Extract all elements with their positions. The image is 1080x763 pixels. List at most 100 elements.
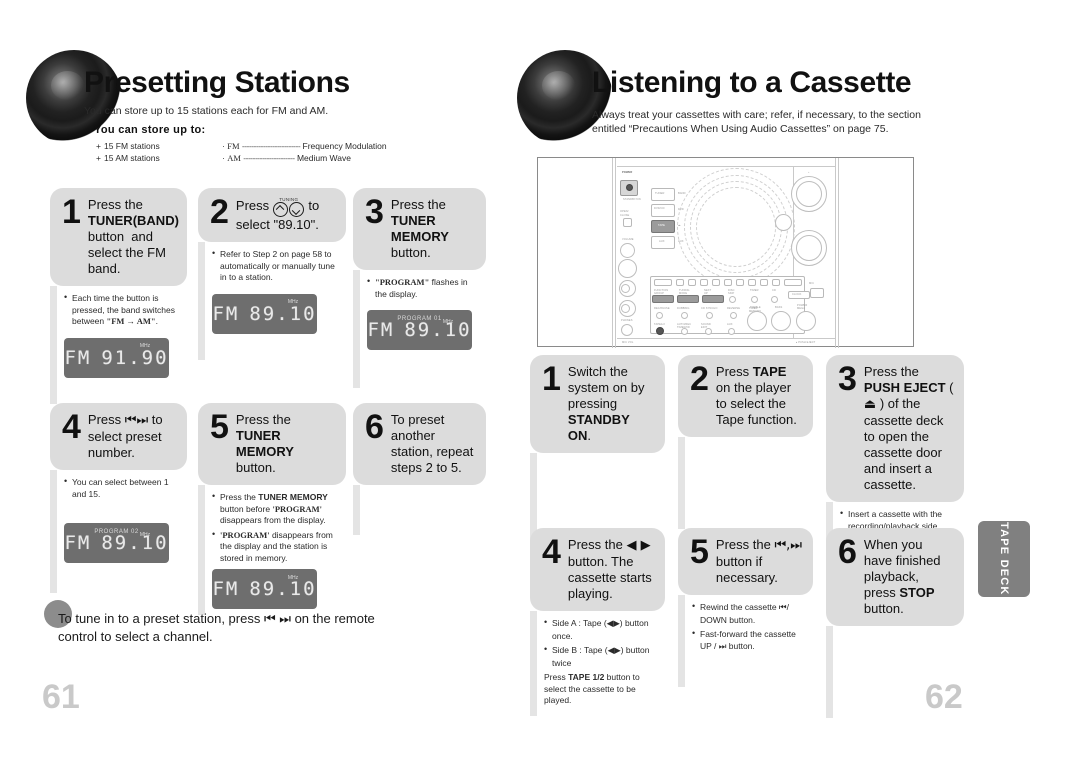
step-number: 2	[690, 360, 709, 398]
step-body: Each time the button is pressed, the ban…	[50, 286, 187, 404]
left-page-subtitle: You can store up to 15 stations each for…	[84, 105, 329, 117]
step-card: 4 Press the ◀ ▶ button. The cassette sta…	[530, 528, 665, 716]
lcd-band: FM	[64, 346, 92, 369]
lcd-band: FM	[212, 578, 240, 601]
band-dots: -------------------------	[241, 141, 301, 151]
step-instruction: Press the ◀ ▶ button. The cassette start…	[567, 537, 652, 601]
band-meaning: Medium Wave	[296, 153, 351, 163]
lcd-frequency: FM 91.90	[64, 347, 169, 369]
step-notes: Rewind the cassette ⏮/ DOWN button.Fast-…	[692, 601, 805, 653]
stereo-system-illustration: POWER STANDBY/ON OPEN/ CLOSE VOLUME PHON…	[537, 157, 914, 348]
store-item: 15 AM stations	[103, 153, 160, 163]
step-instruction: Press TAPE on the player to select the T…	[715, 364, 797, 427]
step-note: Press the TUNER MEMORY button before 'PR…	[212, 491, 338, 527]
lcd-unit: MHz	[287, 299, 299, 306]
lcd-display: FM 89.10 MHz	[212, 293, 317, 334]
step-instruction: Press the TUNER MEMORY button.	[390, 197, 449, 260]
store-capacity-heading: You can store up to:	[94, 124, 206, 136]
lcd-value: 89.10	[249, 578, 317, 601]
step-notes: "PROGRAM" flashes in the display.	[367, 276, 478, 300]
step-number: 1	[542, 360, 561, 398]
step-instruction: Press the PUSH EJECT ( ⏏ ) of the casset…	[863, 364, 954, 492]
step-note: Side A : Tape (◀▶) button once.	[544, 617, 657, 642]
lcd-value: 89.10	[249, 302, 317, 325]
step-header: 6 When you have finished playback, press…	[826, 528, 964, 626]
step-notes: Side A : Tape (◀▶) button once.Side B : …	[544, 617, 657, 707]
band-meaning: Frequency Modulation	[302, 141, 387, 151]
step-note: Press TAPE 1/2 button to select the cass…	[544, 672, 640, 705]
lcd-frequency: FM 89.10	[64, 532, 169, 554]
step-body	[353, 485, 486, 535]
section-tab-label: TAPE DECK	[998, 522, 1010, 596]
band-dots: ----------------------	[243, 153, 295, 163]
step-body: Refer to Step 2 on page 58 to automatica…	[198, 242, 346, 361]
step-number: 6	[365, 408, 384, 446]
right-page-subtitle: Always treat your cassettes with care; r…	[592, 109, 921, 135]
step-note: Side B : Tape (◀▶) button twice	[544, 644, 657, 669]
step-number: 4	[62, 408, 81, 446]
step-instruction: Press the ⏮,⏭ button if necessary.	[715, 537, 802, 585]
step-note: Refer to Step 2 on page 58 to automatica…	[212, 248, 338, 284]
step-body: Side A : Tape (◀▶) button once.Side B : …	[530, 611, 665, 716]
step-note: Rewind the cassette ⏮/ DOWN button.	[692, 601, 805, 626]
step-instruction: Press ⏮⏭ to select preset number.	[87, 412, 163, 460]
step-header: 3 Press the PUSH EJECT ( ⏏ ) of the cass…	[826, 355, 964, 502]
step-header: 1 Press the TUNER(BAND) button and selec…	[50, 188, 187, 286]
step-instruction: When you have finished playback, press S…	[863, 537, 941, 616]
page-number-left: 61	[42, 678, 80, 716]
right-page-title: Listening to a Cassette	[592, 66, 912, 99]
step-instruction: To preset another station, repeat steps …	[390, 412, 474, 475]
band-code: AM	[227, 153, 241, 163]
step-header: 2 Press TUNING to select "89.10".	[198, 188, 346, 243]
step-instruction: Switch the system on by pressing STANDBY…	[567, 364, 645, 443]
step-number: 6	[838, 533, 857, 571]
step-instruction: Press the TUNER MEMORY button.	[235, 412, 294, 475]
lcd-frequency: FM 89.10	[212, 578, 317, 600]
band-abbreviation-list: · FM ------------------------- Frequency…	[222, 141, 387, 163]
lcd-frequency: FM 89.10	[212, 303, 317, 325]
step-note: "PROGRAM" flashes in the display.	[367, 276, 478, 300]
step-number: 5	[690, 533, 709, 571]
tip-text: To tune in to a preset station, press ⏮ …	[58, 611, 375, 644]
step-instruction: Press TUNING to select "89.10".	[235, 197, 320, 233]
lcd-value: 91.90	[101, 346, 169, 369]
step-number: 2	[210, 193, 229, 231]
manual-page-spread: Presetting Stations You can store up to …	[0, 0, 1080, 763]
step-header: 1 Switch the system on by pressing STAND…	[530, 355, 665, 453]
lcd-band: FM	[367, 319, 395, 342]
lcd-unit: MHz	[442, 318, 454, 325]
step-notes: You can select between 1 and 15.	[64, 476, 179, 500]
step-body: You can select between 1 and 15. PROGRAM…	[50, 470, 187, 593]
lcd-value: 89.10	[101, 532, 169, 555]
lcd-unit: MHz	[287, 574, 299, 581]
lcd-band: FM	[64, 532, 92, 555]
step-header: 5 Press the ⏮,⏭ button if necessary.	[678, 528, 813, 595]
step-number: 5	[210, 408, 229, 446]
step-header: 4 Press ⏮⏭ to select preset number.	[50, 403, 187, 470]
lcd-band: FM	[212, 302, 240, 325]
store-item: 15 FM stations	[103, 141, 160, 151]
step-notes: Refer to Step 2 on page 58 to automatica…	[212, 248, 338, 284]
step-number: 3	[838, 360, 857, 398]
step-note: Fast-forward the cassette UP / ⏭ button.	[692, 628, 805, 653]
left-page-title: Presetting Stations	[84, 66, 350, 99]
step-card: 1 Press the TUNER(BAND) button and selec…	[50, 188, 187, 404]
step-number: 1	[62, 193, 81, 231]
lcd-display: FM 89.10 MHz	[212, 569, 317, 609]
step-number: 3	[365, 193, 384, 231]
store-capacity-list: +15 FM stations +15 AM stations	[96, 141, 160, 163]
step-note: You can select between 1 and 15.	[64, 476, 179, 500]
section-tab-tape-deck: TAPE DECK	[978, 521, 1030, 597]
step-header: 5 Press the TUNER MEMORY button.	[198, 403, 346, 485]
lcd-frequency: FM 89.10	[367, 319, 472, 341]
step-header: 4 Press the ◀ ▶ button. The cassette sta…	[530, 528, 665, 611]
step-body: Rewind the cassette ⏮/ DOWN button.Fast-…	[678, 595, 813, 687]
lcd-display: PROGRAM 02 FM 89.10 MHz	[64, 523, 169, 563]
step-card: 2 Press TUNING to select "89.10". Refer …	[198, 188, 346, 361]
step-instruction: Press the TUNER(BAND) button and select …	[87, 197, 179, 276]
step-note: Each time the button is pressed, the ban…	[64, 292, 179, 328]
step-body: Press the TUNER MEMORY button before 'PR…	[198, 485, 346, 615]
band-code: FM	[227, 141, 240, 151]
step-card: 1 Switch the system on by pressing STAND…	[530, 355, 665, 545]
step-card: 2 Press TAPE on the player to select the…	[678, 355, 813, 529]
